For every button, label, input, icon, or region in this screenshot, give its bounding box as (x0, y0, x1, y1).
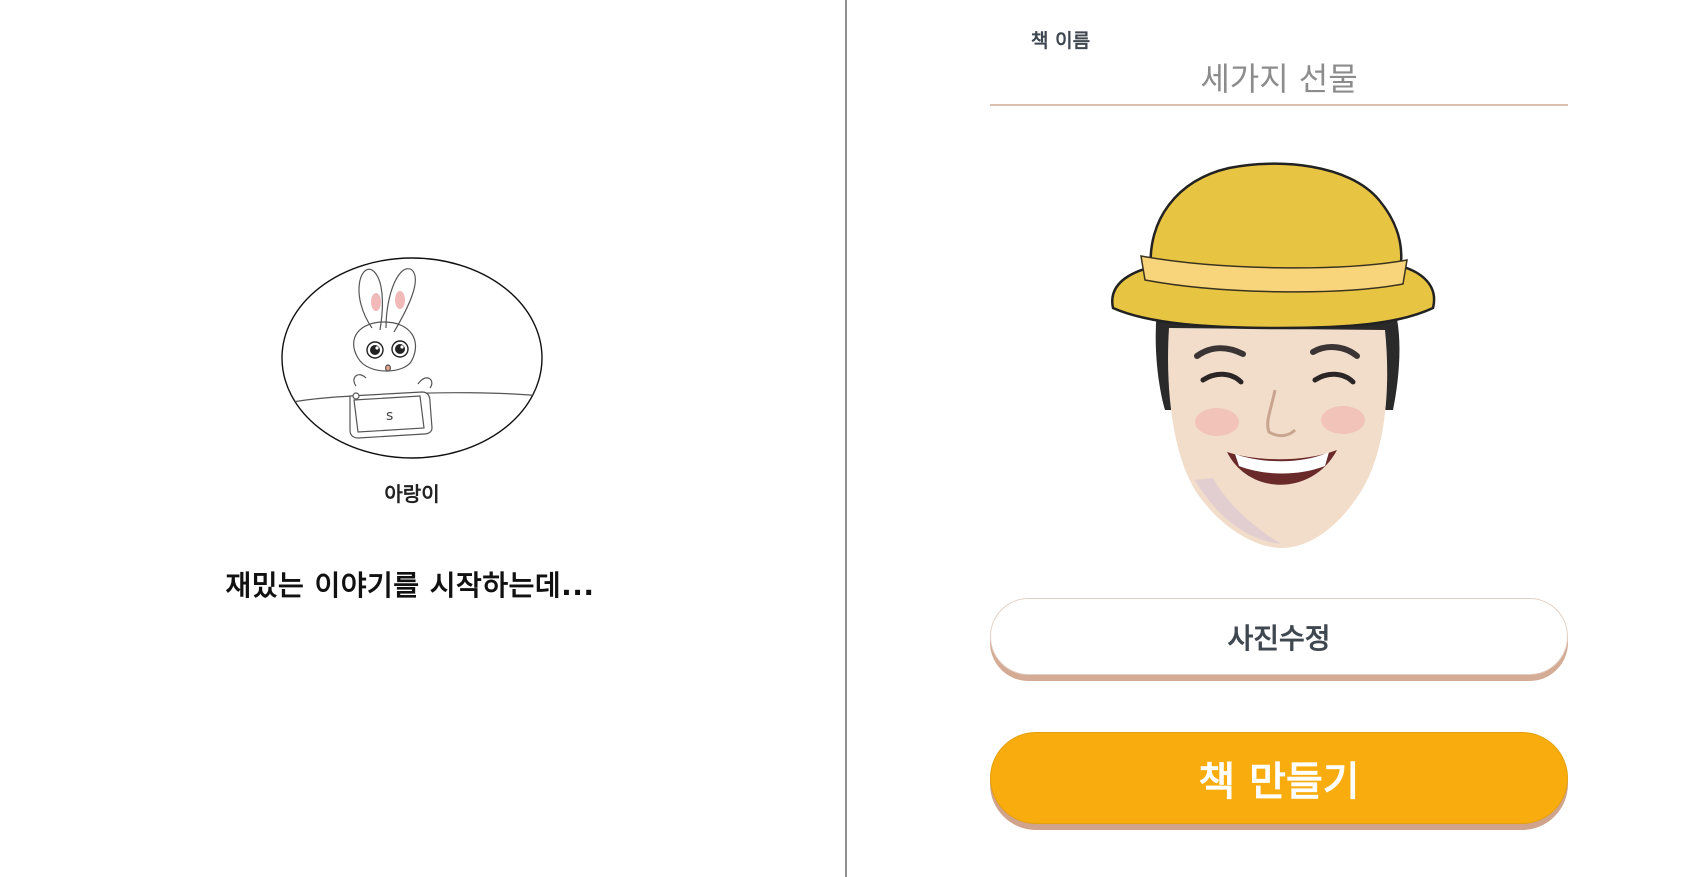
book-title-input[interactable] (990, 50, 1568, 106)
story-text: 재밌는 이야기를 시작하는데... (225, 569, 595, 602)
story-preview-page: s 아랑이 재밌는 이야기를 시작하는데... (0, 0, 845, 877)
book-settings-page: 책 이름 세가지 선물 사진수정 책 만들기 (847, 0, 1708, 877)
svg-text:s: s (386, 408, 393, 424)
storybook-editor: s 아랑이 재밌는 이야기를 시작하는데... 책 이름 세가지 선물 사진수정… (0, 0, 1708, 877)
avatar-photo (1099, 160, 1459, 580)
rabbit-illustration-icon: s (281, 257, 543, 459)
book-title-label: 책 이름 (1031, 30, 1091, 52)
make-book-button[interactable]: 책 만들기 (990, 732, 1568, 824)
character-illustration: s (280, 256, 544, 461)
face-with-hat-icon (1111, 162, 1436, 548)
character-name-label: 아랑이 (384, 482, 440, 506)
edit-photo-button[interactable]: 사진수정 (990, 598, 1568, 675)
